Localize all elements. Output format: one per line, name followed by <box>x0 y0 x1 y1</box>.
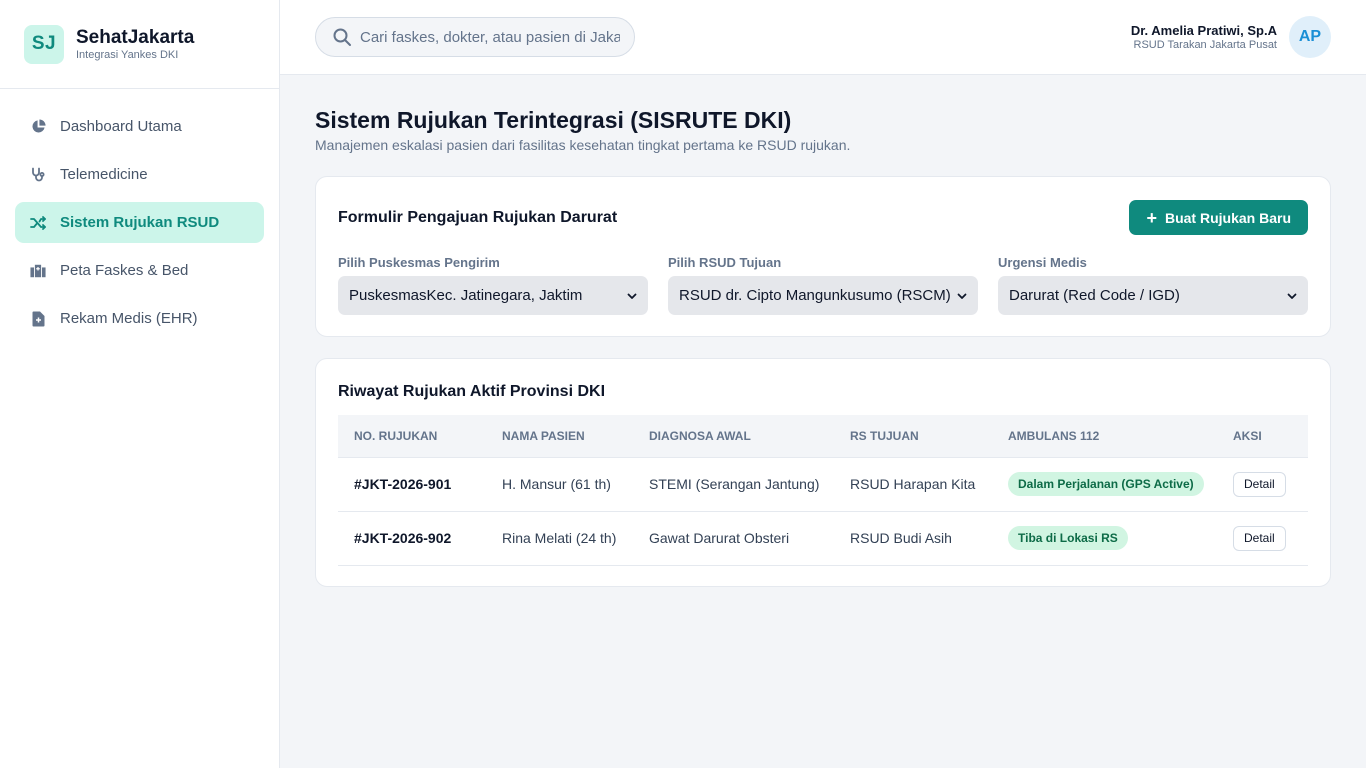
referral-table: NO. RUJUKAN NAMA PASIEN DIAGNOSA AWAL RS… <box>338 415 1308 566</box>
column-header: DIAGNOSA AWAL <box>633 415 834 458</box>
detail-button[interactable]: Detail <box>1233 471 1286 497</box>
new-referral-button[interactable]: + Buat Rujukan Baru <box>1129 200 1308 235</box>
user-name: Dr. Amelia Pratiwi, Sp.A <box>1130 22 1277 38</box>
sidebar-item-dashboard[interactable]: Dashboard Utama <box>15 106 264 147</box>
hospital-building-icon <box>30 263 46 279</box>
sidebar-nav: Dashboard Utama Telemedicine Sistem Ruju… <box>0 89 279 339</box>
sidebar-item-telemedicine[interactable]: Telemedicine <box>15 154 264 195</box>
search-bar[interactable] <box>315 17 635 57</box>
puskesmas-select[interactable]: PuskesmasKec. Jatinegara, Jaktim <box>338 276 648 315</box>
brand-logo[interactable]: SJ <box>24 24 64 64</box>
sidebar-item-label: Rekam Medis (EHR) <box>60 310 198 327</box>
page-title: Sistem Rujukan Terintegrasi (SISRUTE DKI… <box>315 107 792 133</box>
history-title: Riwayat Rujukan Aktif Provinsi DKI <box>338 383 606 400</box>
field-label: Pilih Puskesmas Pengirim <box>338 255 500 270</box>
sidebar-item-label: Sistem Rujukan RSUD <box>60 214 220 231</box>
brand: SJ SehatJakarta Integrasi Yankes DKI <box>0 0 279 89</box>
referral-code: #JKT-2026-902 <box>338 511 486 566</box>
sidebar-item-rekam-medis[interactable]: Rekam Medis (EHR) <box>15 298 264 339</box>
select-value: PuskesmasKec. Jatinegara, Jaktim <box>349 287 583 304</box>
patient-name: Rina Melati (24 th) <box>486 511 633 566</box>
brand-name: SehatJakarta <box>76 26 195 48</box>
table-row: #JKT-2026-902 Rina Melati (24 th) Gawat … <box>338 511 1308 566</box>
referral-form-card: Formulir Pengajuan Rujukan Darurat + Bua… <box>315 176 1331 337</box>
column-header: AKSI <box>1217 415 1308 458</box>
new-referral-label: Buat Rujukan Baru <box>1164 209 1291 226</box>
column-header: NAMA PASIEN <box>486 415 633 458</box>
medical-file-icon <box>30 311 46 327</box>
shuffle-icon <box>30 215 46 231</box>
detail-button[interactable]: Detail <box>1233 525 1286 551</box>
status-badge: Dalam Perjalanan (GPS Active) <box>1008 472 1204 496</box>
referral-history-card: Riwayat Rujukan Aktif Provinsi DKI NO. R… <box>315 358 1331 587</box>
status-badge: Tiba di Lokasi RS <box>1008 526 1128 550</box>
column-header: AMBULANS 112 <box>992 415 1217 458</box>
field-puskesmas: Pilih Puskesmas Pengirim PuskesmasKec. J… <box>338 255 648 315</box>
chevron-down-icon <box>627 293 637 299</box>
sidebar-item-peta-faskes[interactable]: Peta Faskes & Bed <box>15 250 264 291</box>
column-header: RS TUJUAN <box>834 415 992 458</box>
plus-icon: + <box>1146 207 1157 228</box>
select-value: Darurat (Red Code / IGD) <box>1009 287 1180 304</box>
sidebar-item-label: Dashboard Utama <box>60 118 182 135</box>
table-header-row: NO. RUJUKAN NAMA PASIEN DIAGNOSA AWAL RS… <box>338 415 1308 458</box>
avatar[interactable]: AP <box>1289 16 1331 58</box>
sidebar-item-label: Peta Faskes & Bed <box>60 262 189 279</box>
search-icon <box>332 27 352 47</box>
field-rsud-tujuan: Pilih RSUD Tujuan RSUD dr. Cipto Mangunk… <box>668 255 978 315</box>
chevron-down-icon <box>1287 293 1297 299</box>
pie-chart-icon <box>30 119 46 135</box>
destination-hospital: RSUD Harapan Kita <box>834 457 992 512</box>
sidebar-item-label: Telemedicine <box>60 166 148 183</box>
rsud-select[interactable]: RSUD dr. Cipto Mangunkusumo (RSCM) <box>668 276 978 315</box>
select-value: RSUD dr. Cipto Mangunkusumo (RSCM) <box>679 287 951 304</box>
top-header: Dr. Amelia Pratiwi, Sp.A RSUD Tarakan Ja… <box>280 0 1366 75</box>
brand-subtitle: Integrasi Yankes DKI <box>76 48 179 61</box>
column-header: NO. RUJUKAN <box>338 415 486 458</box>
table-row: #JKT-2026-901 H. Mansur (61 th) STEMI (S… <box>338 457 1308 512</box>
stethoscope-icon <box>30 167 46 183</box>
field-label: Urgensi Medis <box>998 255 1087 270</box>
search-input[interactable] <box>360 28 620 46</box>
diagnosis: Gawat Darurat Obsteri <box>633 511 834 566</box>
form-title: Formulir Pengajuan Rujukan Darurat <box>338 209 618 226</box>
field-label: Pilih RSUD Tujuan <box>668 255 782 270</box>
referral-code: #JKT-2026-901 <box>338 457 486 512</box>
user-profile[interactable]: Dr. Amelia Pratiwi, Sp.A RSUD Tarakan Ja… <box>1131 16 1331 58</box>
user-role: RSUD Tarakan Jakarta Pusat <box>1133 38 1277 51</box>
patient-name: H. Mansur (61 th) <box>486 457 633 512</box>
diagnosis: STEMI (Serangan Jantung) <box>633 457 834 512</box>
sidebar: SJ SehatJakarta Integrasi Yankes DKI Das… <box>0 0 280 768</box>
chevron-down-icon <box>957 293 967 299</box>
main-content: Sistem Rujukan Terintegrasi (SISRUTE DKI… <box>315 75 1331 587</box>
page-subtitle: Manajemen eskalasi pasien dari fasilitas… <box>315 137 851 153</box>
sidebar-item-rujukan[interactable]: Sistem Rujukan RSUD <box>15 202 264 243</box>
urgency-select[interactable]: Darurat (Red Code / IGD) <box>998 276 1308 315</box>
field-urgensi: Urgensi Medis Darurat (Red Code / IGD) <box>998 255 1308 315</box>
destination-hospital: RSUD Budi Asih <box>834 511 992 566</box>
